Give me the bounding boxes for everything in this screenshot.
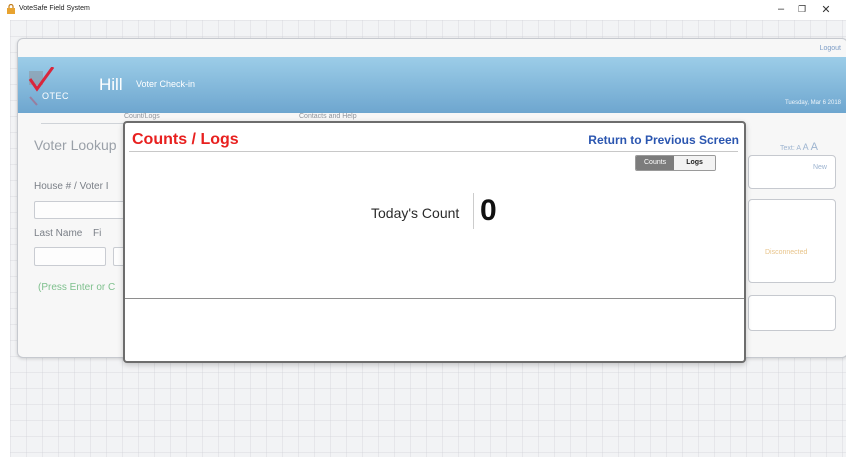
- app-subtitle: Voter Check-in: [136, 79, 196, 89]
- text-size-large-button[interactable]: A: [811, 141, 818, 153]
- todays-count-label: Today's Count: [371, 205, 460, 221]
- last-name-input[interactable]: [34, 247, 106, 266]
- house-voter-id-input[interactable]: [34, 201, 136, 219]
- new-box[interactable]: New: [748, 155, 836, 189]
- tab-contacts-help[interactable]: Contacts and Help: [299, 113, 357, 120]
- logo-text: OTEC: [42, 91, 70, 101]
- text-size-label: Text:: [780, 145, 795, 152]
- votec-checkmark-logo-icon: [28, 67, 55, 106]
- tab-count-logs[interactable]: Count/Logs: [124, 113, 160, 120]
- return-to-previous-screen-link[interactable]: Return to Previous Screen: [588, 133, 739, 147]
- logout-link[interactable]: Logout: [820, 45, 841, 52]
- new-button[interactable]: New: [813, 164, 827, 171]
- connection-status: Disconnected: [765, 249, 808, 256]
- text-size-small-button[interactable]: A: [796, 145, 800, 152]
- modal-footer-divider: [125, 298, 744, 299]
- window-title: VoteSafe Field System: [19, 5, 90, 12]
- modal-header-divider: [129, 151, 738, 152]
- maximize-button[interactable]: ❐: [792, 4, 812, 15]
- counts-toggle-button[interactable]: Counts: [636, 156, 675, 170]
- precinct-name: Hill: [99, 75, 123, 94]
- voter-lookup-title: Voter Lookup: [34, 137, 117, 153]
- counts-logs-toggle: Counts Logs: [635, 155, 716, 171]
- close-button[interactable]: ✕: [816, 3, 836, 16]
- window-title-bar: VoteSafe Field System – ❐ ✕: [0, 0, 846, 20]
- app-lock-icon: [7, 4, 15, 14]
- last-name-label: Last Name: [34, 228, 83, 239]
- connection-status-box: Disconnected: [748, 199, 836, 283]
- text-size-medium-button[interactable]: A: [803, 142, 809, 152]
- text-size-controls: Text: A A A: [780, 141, 818, 153]
- minimize-button[interactable]: –: [771, 3, 791, 15]
- header-banner: OTEC Hill Voter Check-in Tuesday, Mar 6 …: [18, 57, 846, 113]
- count-divider: [473, 193, 474, 229]
- current-date: Tuesday, Mar 6 2018: [784, 100, 841, 106]
- todays-count-value: 0: [480, 194, 497, 227]
- logs-toggle-button[interactable]: Logs: [674, 156, 715, 170]
- side-info-box: [748, 295, 836, 331]
- press-enter-hint: (Press Enter or C: [38, 282, 116, 293]
- counts-logs-modal: Counts / Logs Return to Previous Screen …: [123, 121, 746, 363]
- house-voter-id-label: House # / Voter I: [34, 181, 109, 192]
- first-name-label: Fi: [93, 228, 102, 239]
- modal-title: Counts / Logs: [132, 131, 239, 148]
